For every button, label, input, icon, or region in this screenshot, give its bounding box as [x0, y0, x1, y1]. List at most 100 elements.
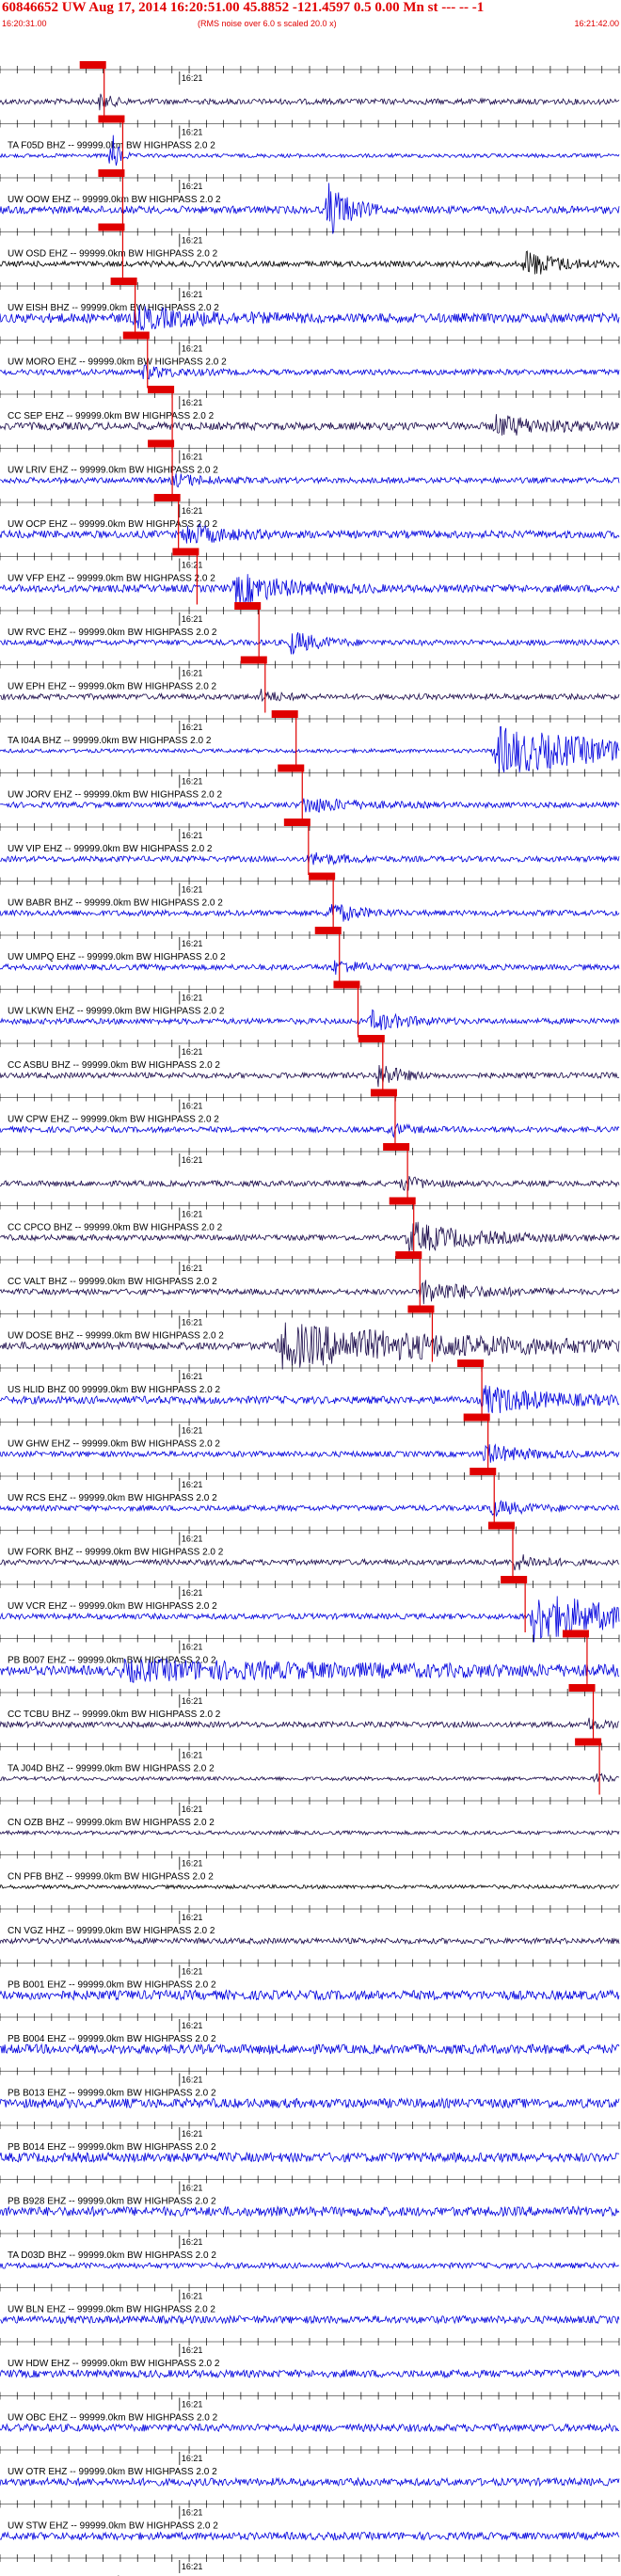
minute-label: 16:21: [182, 1210, 203, 1219]
trace-row: 16:21 TA I04A BHZ -- 99999.0km BW HIGHPAS…: [0, 710, 620, 773]
trace-row: 16:21 PB B001 EHZ -- 99999.0km BW HIGHPAS…: [0, 1959, 620, 2001]
channel-label: US HLID BHZ 00 99999.0km BW HIGHPASS 2.0…: [8, 1385, 220, 1395]
seismogram-plot: 16:21 16:21 TA F05D BHZ -- 99999.0km BW HI…: [0, 61, 620, 2576]
trace-row: 16:21 CC CPCO BHZ -- 99999.0km BW HIGHPAS…: [0, 1197, 620, 1254]
trace-row: 16:21 TA F05D BHZ -- 99999.0km BW HIGHPAS…: [0, 115, 620, 172]
minute-label: 16:21: [182, 1967, 203, 1977]
minute-label: 16:21: [182, 1751, 203, 1760]
record-header: 60846652 UW Aug 17, 2014 16:20:51.00 45.…: [0, 0, 621, 32]
pick-flag: [575, 1738, 602, 1746]
channel-label: UW BABR BHZ -- 99999.0km BW HIGHPASS 2.0…: [8, 898, 223, 909]
channel-label: UW OSD EHZ -- 99999.0km BW HIGHPASS 2.0 …: [8, 249, 218, 260]
minute-label: 16:21: [182, 669, 203, 678]
pick-flag: [358, 1035, 385, 1042]
minute-label: 16:21: [182, 939, 203, 948]
trace-row: 16:21 PB B928 EHZ -- 99999.0km BW HIGHPAS…: [0, 2175, 620, 2218]
channel-label: PB B004 EHZ -- 99999.0km BW HIGHPASS 2.0…: [8, 2034, 216, 2044]
trace-row: 16:21 TA J04D BHZ -- 99999.0km BW HIGHPAS…: [0, 1738, 620, 1795]
trace-row: 16:21 UW OOW EHZ -- 99999.0km BW HIGHPASS…: [0, 169, 620, 234]
pick-flag: [98, 115, 125, 123]
minute-label: 16:21: [182, 128, 203, 137]
trace-row: 16:21 PB B013 EHZ -- 99999.0km BW HIGHPAS…: [0, 2067, 620, 2109]
trace-row: 16:21 UW OBC EHZ -- 99999.0km BW HIGHPASS…: [0, 2392, 620, 2433]
waveform: [0, 2043, 620, 2056]
channel-label: PB B014 EHZ -- 99999.0km BW HIGHPASS 2.0…: [8, 2142, 216, 2153]
channel-label: CN OZB BHZ -- 99999.0km BW HIGHPASS 2.0 …: [8, 1818, 215, 1828]
waveform: [0, 2476, 620, 2488]
pick-flag: [487, 1521, 515, 1530]
channel-label: UW LKWN EHZ -- 99999.0km BW HIGHPASS 2.0…: [8, 1007, 225, 1017]
minute-label: 16:21: [182, 1102, 203, 1111]
minute-label: 16:21: [182, 1047, 203, 1057]
trace-row: 16:21 CC SEP EHZ -- 99999.0km BW HIGHPASS…: [0, 386, 620, 442]
trace-row: 16:21 UW BLN EHZ -- 99999.0km BW HIGHPASS…: [0, 2283, 620, 2325]
minute-label: 16:21: [182, 506, 203, 516]
pick-flag: [389, 1197, 416, 1205]
minute-label: 16:21: [182, 1318, 203, 1328]
trace-row: 16:21 CC ASBU BHZ -- 99999.0km BW HIGHPAS…: [0, 1035, 620, 1091]
waveform: [0, 1829, 620, 1837]
minute-label: 16:21: [182, 1264, 203, 1273]
minute-label: 16:21: [182, 2021, 203, 2030]
waveform: [0, 1773, 620, 1783]
channel-label: UW VFP EHZ -- 99999.0km BW HIGHPASS 2.0 …: [8, 574, 215, 584]
waveform: [0, 798, 620, 813]
minute-label: 16:21: [182, 885, 203, 895]
trace-row: 16:21 UW OTR EHZ -- 99999.0km BW HIGHPASS…: [0, 2446, 620, 2488]
minute-label: 16:21: [182, 73, 203, 83]
trace-row: 16:21 PB B014 EHZ -- 99999.0km BW HIGHPAS…: [0, 2122, 620, 2164]
pick-flag: [333, 980, 360, 989]
channel-label: UW RCS EHZ -- 99999.0km BW HIGHPASS 2.0 …: [8, 1493, 217, 1503]
minute-label: 16:21: [182, 723, 203, 732]
minute-label: 16:21: [182, 2345, 203, 2355]
minute-label: 16:21: [182, 182, 203, 191]
trace-row: 16:21 UW RVC EHZ -- 99999.0km BW HIGHPASS…: [0, 602, 620, 659]
trace-row: 16:21 CC TCBU BHZ -- 99999.0km BW HIGHPAS…: [0, 1684, 620, 1741]
pick-flag: [234, 602, 262, 610]
trace-row: 16:21 UW BABR BHZ -- 99999.0km BW HIGHPAS…: [0, 872, 620, 930]
minute-label: 16:21: [182, 2400, 203, 2409]
trace-row: 16:21 UW EPH EHZ -- 99999.0km BW HIGHPASS…: [0, 656, 620, 713]
trace-row: 16:21UW WISH BHZ -- 99999.0km BW HIGHPAS…: [0, 2554, 620, 2576]
channel-label: UW MORO EHZ -- 99999.0km BW HIGHPASS 2.0…: [8, 358, 227, 368]
channel-label: TA J04D BHZ -- 99999.0km BW HIGHPASS 2.0…: [8, 1764, 215, 1774]
channel-label: PB B001 EHZ -- 99999.0km BW HIGHPASS 2.0…: [8, 1980, 216, 1991]
waveform: [0, 2261, 620, 2270]
waveform: [0, 2151, 620, 2164]
waveform: [0, 1936, 620, 1946]
channel-label: UW VCR EHZ -- 99999.0km BW HIGHPASS 2.0 …: [8, 1601, 217, 1612]
trace-row: 16:21 UW HDW EHZ -- 99999.0km BW HIGHPASS…: [0, 2338, 620, 2379]
trace-row: 16:21 UW VCR EHZ -- 99999.0km BW HIGHPASS…: [0, 1576, 620, 1643]
waveform: [0, 2314, 620, 2325]
trace-row: 16:21 UW UMPQ EHZ -- 99999.0km BW HIGHPAS…: [0, 927, 620, 983]
channel-label: UW FORK BHZ -- 99999.0km BW HIGHPASS 2.0…: [8, 1548, 224, 1558]
pick-flag: [148, 386, 175, 393]
waveform: [0, 183, 620, 234]
pick-flag: [278, 764, 305, 772]
waveform: [0, 93, 620, 111]
minute-label: 16:21: [182, 614, 203, 624]
pick-flag: [283, 819, 310, 826]
pick-flag: [79, 61, 106, 69]
channel-label: PB B013 EHZ -- 99999.0km BW HIGHPASS 2.0…: [8, 2089, 216, 2099]
pick-flag: [148, 439, 175, 448]
minute-label: 16:21: [182, 561, 203, 570]
pick-flag: [501, 1576, 528, 1583]
trace-row: 16:21 UW CPW EHZ -- 99999.0km BW HIGHPASS…: [0, 1089, 620, 1146]
trace-row: 16:21 UW EISH BHZ -- 99999.0km BW HIGHPAS…: [0, 278, 620, 334]
channel-label: UW HDW EHZ -- 99999.0km BW HIGHPASS 2.0 …: [8, 2359, 220, 2369]
minute-label: 16:21: [182, 1372, 203, 1381]
event-title: 60846652 UW Aug 17, 2014 16:20:51.00 45.…: [2, 0, 485, 15]
pick-flag: [562, 1630, 589, 1638]
trace-row: 16:21 CC VALT BHZ -- 99999.0km BW HIGHPAS…: [0, 1251, 620, 1308]
minute-label: 16:21: [182, 453, 203, 462]
trace-row: 16:21 CN VGZ HHZ -- 99999.0km BW HIGHPASS…: [0, 1905, 620, 1946]
channel-label: UW OCP EHZ -- 99999.0km BW HIGHPASS 2.0 …: [8, 519, 217, 530]
minute-label: 16:21: [182, 1696, 203, 1706]
channel-label: UW EPH EHZ -- 99999.0km BW HIGHPASS 2.0 …: [8, 682, 217, 692]
minute-label: 16:21: [182, 1913, 203, 1922]
pick-flag: [370, 1089, 397, 1097]
minute-label: 16:21: [182, 2454, 203, 2463]
channel-label: CC SEP EHZ -- 99999.0km BW HIGHPASS 2.0 …: [8, 411, 215, 421]
minute-label: 16:21: [182, 236, 203, 246]
